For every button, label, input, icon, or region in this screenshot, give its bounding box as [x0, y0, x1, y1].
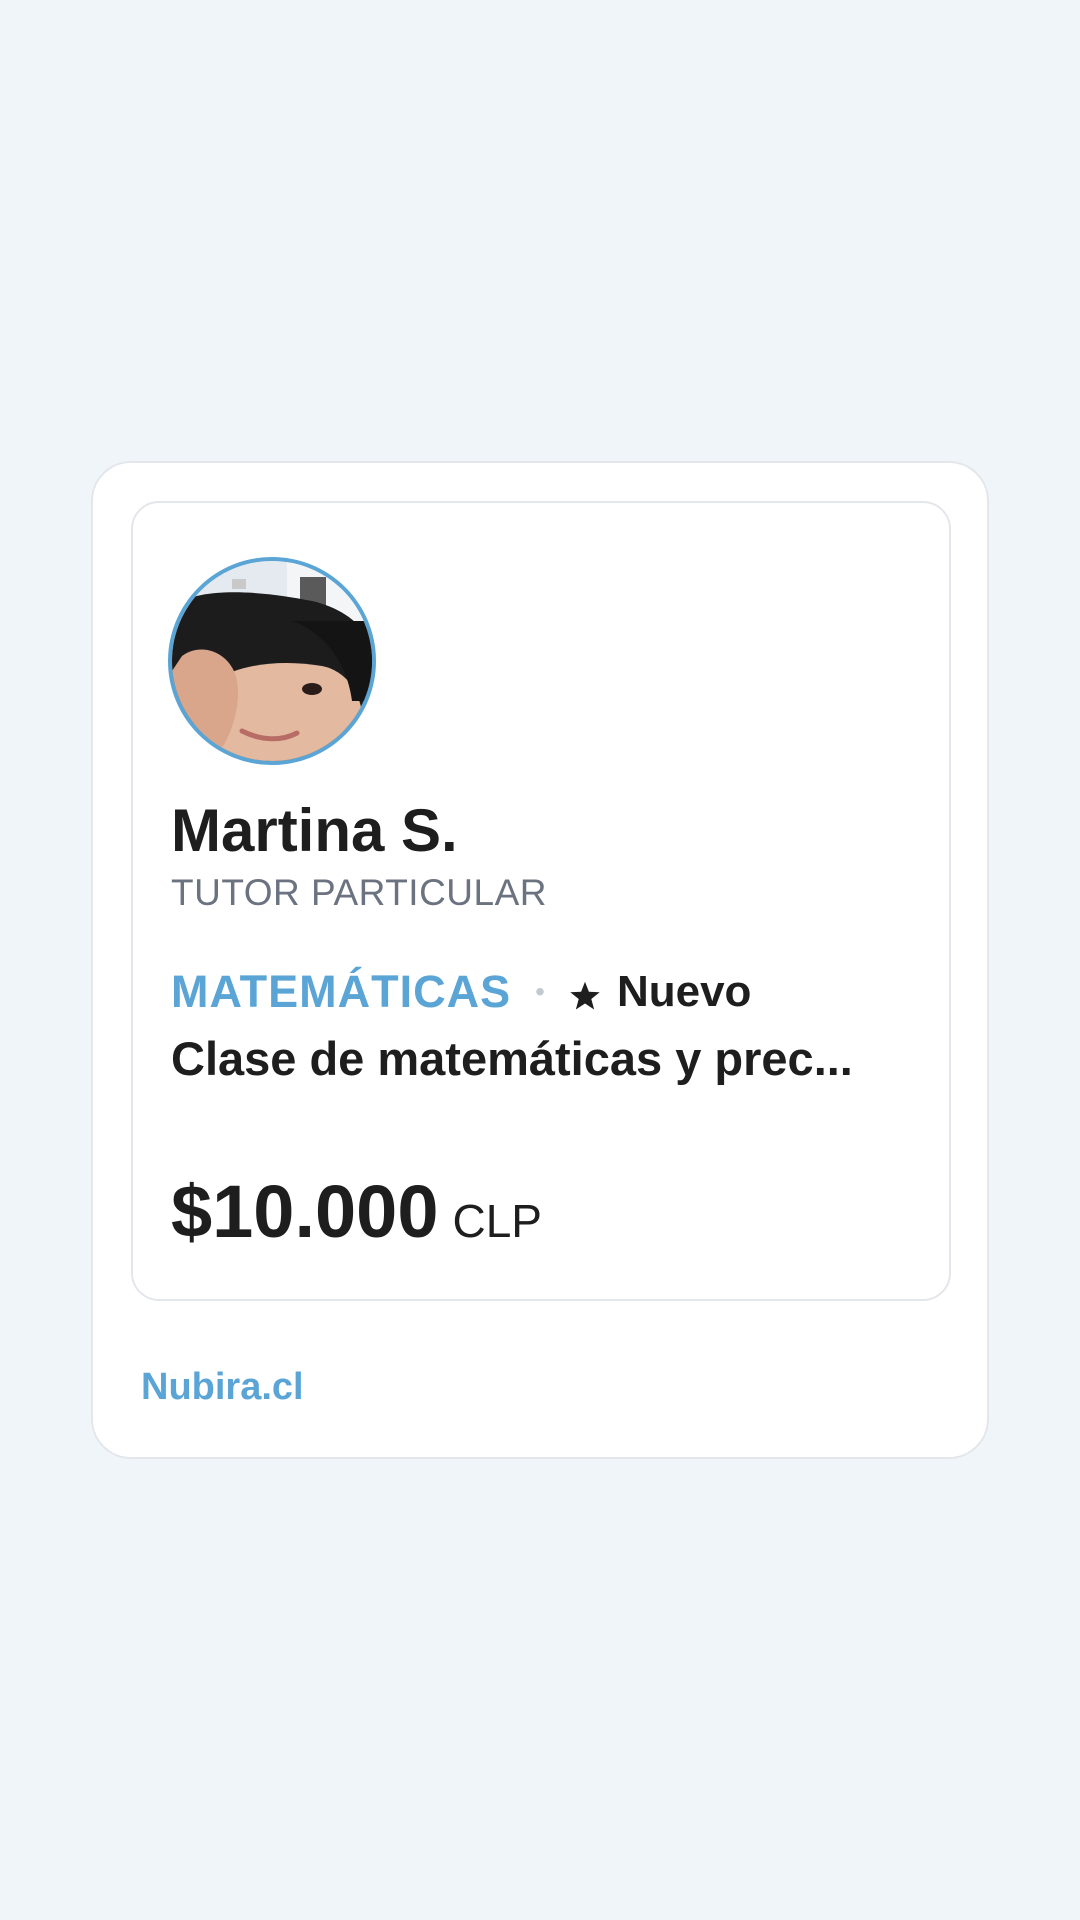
price-row: $10.000 CLP — [171, 1169, 542, 1255]
tutor-share-card: Martina S. TUTOR PARTICULAR MATEMÁTICAS … — [91, 461, 989, 1459]
tutor-profile-card[interactable]: Martina S. TUTOR PARTICULAR MATEMÁTICAS … — [131, 501, 951, 1301]
class-description: Clase de matemáticas y prec... — [171, 1032, 853, 1085]
subject-row: MATEMÁTICAS • Nuevo — [171, 963, 751, 1021]
tutor-name: Martina S. — [171, 797, 458, 864]
separator-dot: • — [535, 976, 545, 1007]
new-badge: Nuevo — [616, 967, 752, 1016]
tutor-role: TUTOR PARTICULAR — [171, 872, 547, 913]
star-icon — [567, 978, 603, 1014]
brand-link[interactable]: Nubira.cl — [141, 1363, 304, 1411]
avatar-photo — [172, 561, 372, 761]
price-amount: $10.000 — [171, 1170, 439, 1253]
avatar — [168, 557, 376, 765]
price-currency: CLP — [452, 1195, 542, 1247]
subject-label: MATEMÁTICAS — [171, 966, 512, 1017]
